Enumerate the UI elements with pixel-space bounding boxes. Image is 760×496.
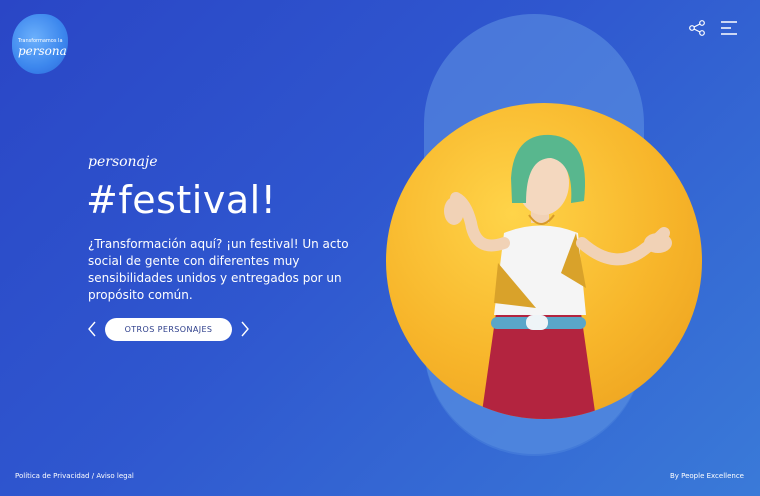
hero-description: ¿Transformación aquí? ¡un festival! Un a… [88, 237, 349, 302]
character-figure [444, 134, 672, 419]
chevron-left-icon[interactable] [87, 321, 97, 337]
share-icon[interactable] [688, 20, 706, 36]
other-characters-button[interactable]: OTROS PERSONAJES [105, 318, 232, 341]
legal-link[interactable]: Aviso legal [96, 472, 134, 480]
logo-wordmark: persona [18, 44, 67, 58]
menu-icon[interactable] [720, 20, 738, 36]
footer-legal: Política de Privacidad / Aviso legal [15, 472, 134, 480]
footer-credit: By People Excellence [669, 472, 744, 480]
page-title: #festival! [86, 178, 277, 222]
chevron-right-icon[interactable] [240, 321, 250, 337]
header-actions [688, 20, 738, 36]
privacy-link[interactable]: Política de Privacidad [15, 472, 90, 480]
character-illustration [386, 103, 702, 419]
brand-logo[interactable]: Transformamos la persona [12, 14, 68, 74]
hero-subtitle: personaje [88, 154, 158, 170]
